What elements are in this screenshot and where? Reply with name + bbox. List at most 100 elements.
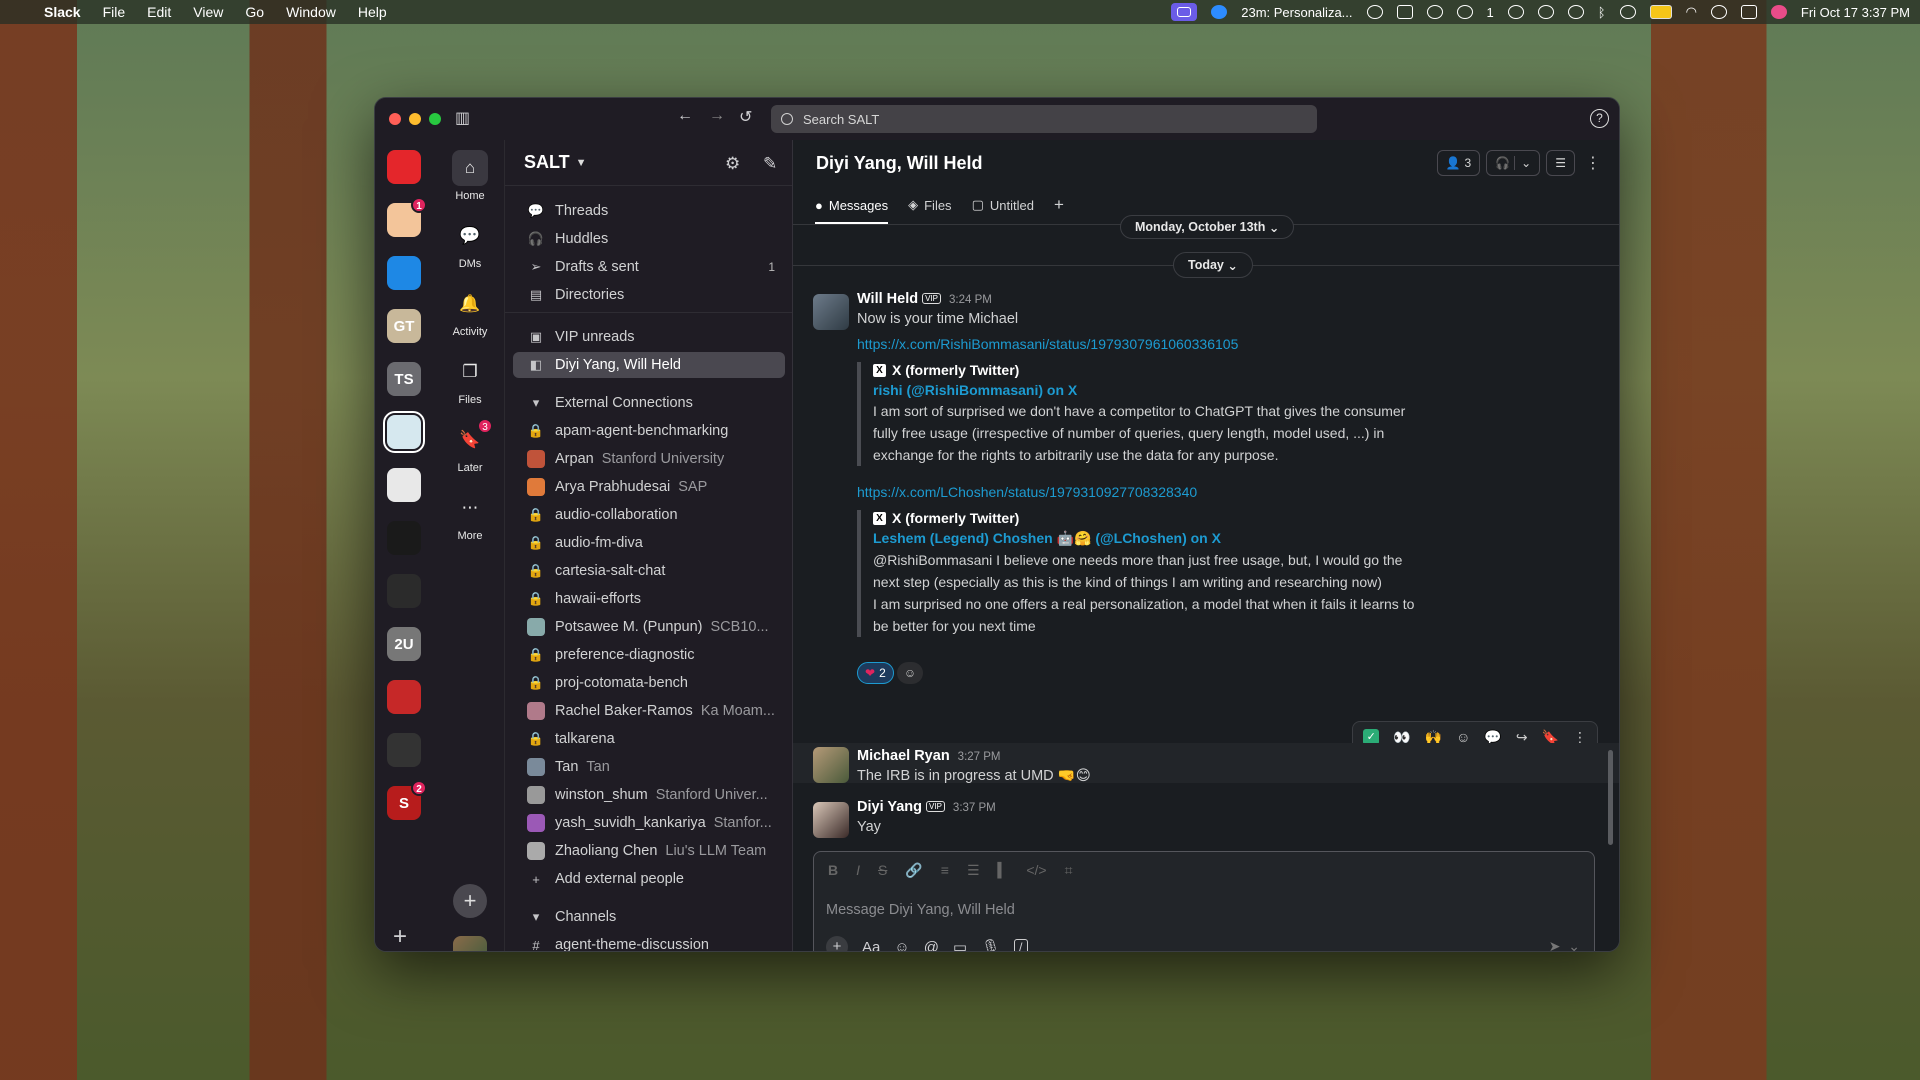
sidebar-item-threads[interactable]: 💬 Threads [513, 198, 785, 224]
sidebar-item-external[interactable]: Arpan Stanford University [513, 446, 785, 472]
nav-dms[interactable]: 💬 DMs [435, 218, 505, 270]
conversation-title[interactable]: Diyi Yang, Will Held [816, 153, 983, 174]
search-bar[interactable]: Search SALT [771, 105, 1317, 133]
microphone-icon[interactable]: 🎙 [981, 938, 1000, 951]
add-reaction-icon[interactable]: ☺ [897, 662, 923, 684]
sidebar-item-channel[interactable]: # agent-theme-discussion [513, 932, 785, 951]
menu-edit[interactable]: Edit [147, 4, 171, 20]
play-icon[interactable] [1537, 5, 1554, 19]
message-will-held[interactable]: Will Held VIP 3:24 PM Now is your time Mic… [813, 291, 1599, 694]
kebab-menu-icon[interactable]: ⋮ [1581, 153, 1605, 173]
spotlight-icon[interactable] [1710, 5, 1727, 19]
workspace-icon[interactable] [387, 256, 421, 290]
menu-go[interactable]: Go [245, 4, 264, 20]
time-machine-icon[interactable] [1507, 5, 1524, 19]
sidebar-item-external[interactable]: winston_shum Stanford Univer... [513, 782, 785, 808]
workspace-icon[interactable]: 2U [387, 627, 421, 661]
avatar[interactable] [813, 747, 849, 783]
sidebar-item-external[interactable]: 🔒 talkarena [513, 726, 785, 752]
moon-icon[interactable] [1619, 5, 1636, 19]
slash-command-icon[interactable]: / [1014, 939, 1028, 951]
date-divider-today[interactable]: Today ⌄ [1173, 252, 1253, 278]
workspace-icon[interactable] [387, 733, 421, 767]
link-unfurl-1[interactable]: X X (formerly Twitter) rishi (@RishiBomma… [857, 362, 1417, 466]
sidebar-item-external[interactable]: 🔒 proj-cotomata-bench [513, 670, 785, 696]
wifi-icon[interactable]: ◠ [1686, 4, 1697, 20]
sidebar-item-external[interactable]: yash_suvidh_kankariya Stanfor... [513, 810, 785, 836]
code-block-icon[interactable]: ⌗ [1065, 862, 1073, 879]
sidebar-item-external[interactable]: 🔒 cartesia-salt-chat [513, 558, 785, 584]
members-button[interactable]: 👤 3 [1436, 150, 1481, 176]
blockquote-icon[interactable]: ▍ [998, 862, 1009, 879]
code-icon[interactable]: </> [1026, 862, 1046, 879]
nav-more[interactable]: ⋯ More [435, 490, 505, 542]
nav-later[interactable]: 🔖 3 Later [435, 418, 505, 474]
workspace-icon[interactable] [387, 150, 421, 184]
sidebar-item-huddles[interactable]: 🎧 Huddles [513, 226, 785, 252]
sidebar-item-external[interactable]: 🔒 preference-diagnostic [513, 642, 785, 668]
openai-icon[interactable] [1456, 5, 1473, 19]
sidebar-item-external[interactable]: 🔒 hawaii-efforts [513, 586, 785, 612]
sidebar-item-external[interactable]: 🔒 apam-agent-benchmarking [513, 418, 785, 444]
formatting-icon[interactable]: Aa [862, 939, 880, 952]
close-button[interactable] [389, 113, 401, 125]
globe-icon[interactable] [1426, 5, 1443, 19]
emoji-icon[interactable]: ☺ [894, 939, 909, 952]
sidebar-item-selected-dm[interactable]: ◧ Diyi Yang, Will Held [513, 352, 785, 378]
sidebar-item-directories[interactable]: ▤ Directories [513, 282, 785, 308]
tab-messages[interactable]: ● Messages [815, 186, 889, 224]
workspace-icon[interactable]: TS [387, 362, 421, 396]
message-author[interactable]: Diyi Yang [857, 799, 922, 815]
ordered-list-icon[interactable]: ≡ [941, 862, 949, 879]
menu-help[interactable]: Help [358, 4, 387, 20]
sidebar-item-drafts-sent[interactable]: ➢ Drafts & sent 1 [513, 254, 785, 280]
sidebar-item-external[interactable]: Arya Prabhudesai SAP [513, 474, 785, 500]
link-icon[interactable]: 🔗 [905, 862, 922, 879]
workspace-icon[interactable] [387, 468, 421, 502]
nav-home[interactable]: ⌂ Home [435, 150, 505, 202]
bold-icon[interactable]: B [828, 862, 838, 879]
sidebar-item-external[interactable]: 🔒 audio-collaboration [513, 502, 785, 528]
huddle-button[interactable]: 🎧 ⌄ [1486, 150, 1541, 176]
plus-icon[interactable]: + [826, 936, 848, 951]
message-link-1[interactable]: https://x.com/RishiBommasani/status/1979… [857, 336, 1238, 352]
menu-view[interactable]: View [193, 4, 223, 20]
sidebar-item-external[interactable]: Rachel Baker-Ramos Ka Moam... [513, 698, 785, 724]
add-external-people[interactable]: + Add external people [513, 866, 785, 892]
history-icon[interactable]: ↺ [739, 107, 752, 127]
italic-icon[interactable]: I [856, 862, 860, 879]
workspace-icon[interactable] [387, 521, 421, 555]
siri-icon[interactable] [1770, 5, 1787, 19]
sidebar-toggle-icon[interactable]: ▥ [455, 108, 470, 128]
menubar-clock[interactable]: Fri Oct 17 3:37 PM [1801, 5, 1910, 20]
message-author[interactable]: Michael Ryan [857, 748, 950, 764]
nav-activity[interactable]: 🔔 Activity [435, 286, 505, 338]
avatar[interactable] [453, 936, 487, 951]
scrollbar[interactable] [1608, 750, 1613, 845]
chevron-down-icon[interactable]: ▼ [576, 157, 587, 169]
section-external-connections[interactable]: ▾ External Connections [513, 390, 785, 416]
gear-icon[interactable]: ⚙ [725, 154, 740, 174]
menu-file[interactable]: File [103, 4, 126, 20]
focus-timer[interactable]: 23m: Personaliza... [1241, 5, 1352, 20]
add-tab-button[interactable]: + [1054, 186, 1064, 224]
shield-icon[interactable] [1396, 5, 1413, 19]
canvas-button[interactable]: ☰ [1546, 150, 1575, 176]
headphones-icon[interactable] [1567, 5, 1584, 19]
message-time[interactable]: 3:27 PM [958, 751, 1001, 763]
workspace-icon[interactable]: GT [387, 309, 421, 343]
avatar[interactable] [813, 802, 849, 838]
unfurl-author[interactable]: Leshem (Legend) Choshen 🤖🤗 (@LChoshen) o… [873, 530, 1417, 547]
tab-untitled[interactable]: ▢ Untitled [972, 186, 1034, 224]
sidebar-item-vip-unreads[interactable]: ▣ VIP unreads [513, 324, 785, 350]
message-input[interactable]: Message Diyi Yang, Will Held [826, 902, 1015, 918]
workspace-icon[interactable] [383, 411, 425, 453]
cloud-icon[interactable] [1366, 5, 1383, 19]
dropbox-badge[interactable]: 1 [1487, 5, 1494, 20]
message-time[interactable]: 3:24 PM [949, 294, 992, 306]
section-channels[interactable]: ▾ Channels [513, 904, 785, 930]
workspace-name[interactable]: SALT [524, 152, 570, 173]
date-divider-old[interactable]: Monday, October 13th ⌄ [1120, 215, 1295, 239]
send-icon[interactable]: ➤ ⌄ [1549, 938, 1580, 951]
reaction-heart[interactable]: ❤ 2 [857, 662, 894, 684]
